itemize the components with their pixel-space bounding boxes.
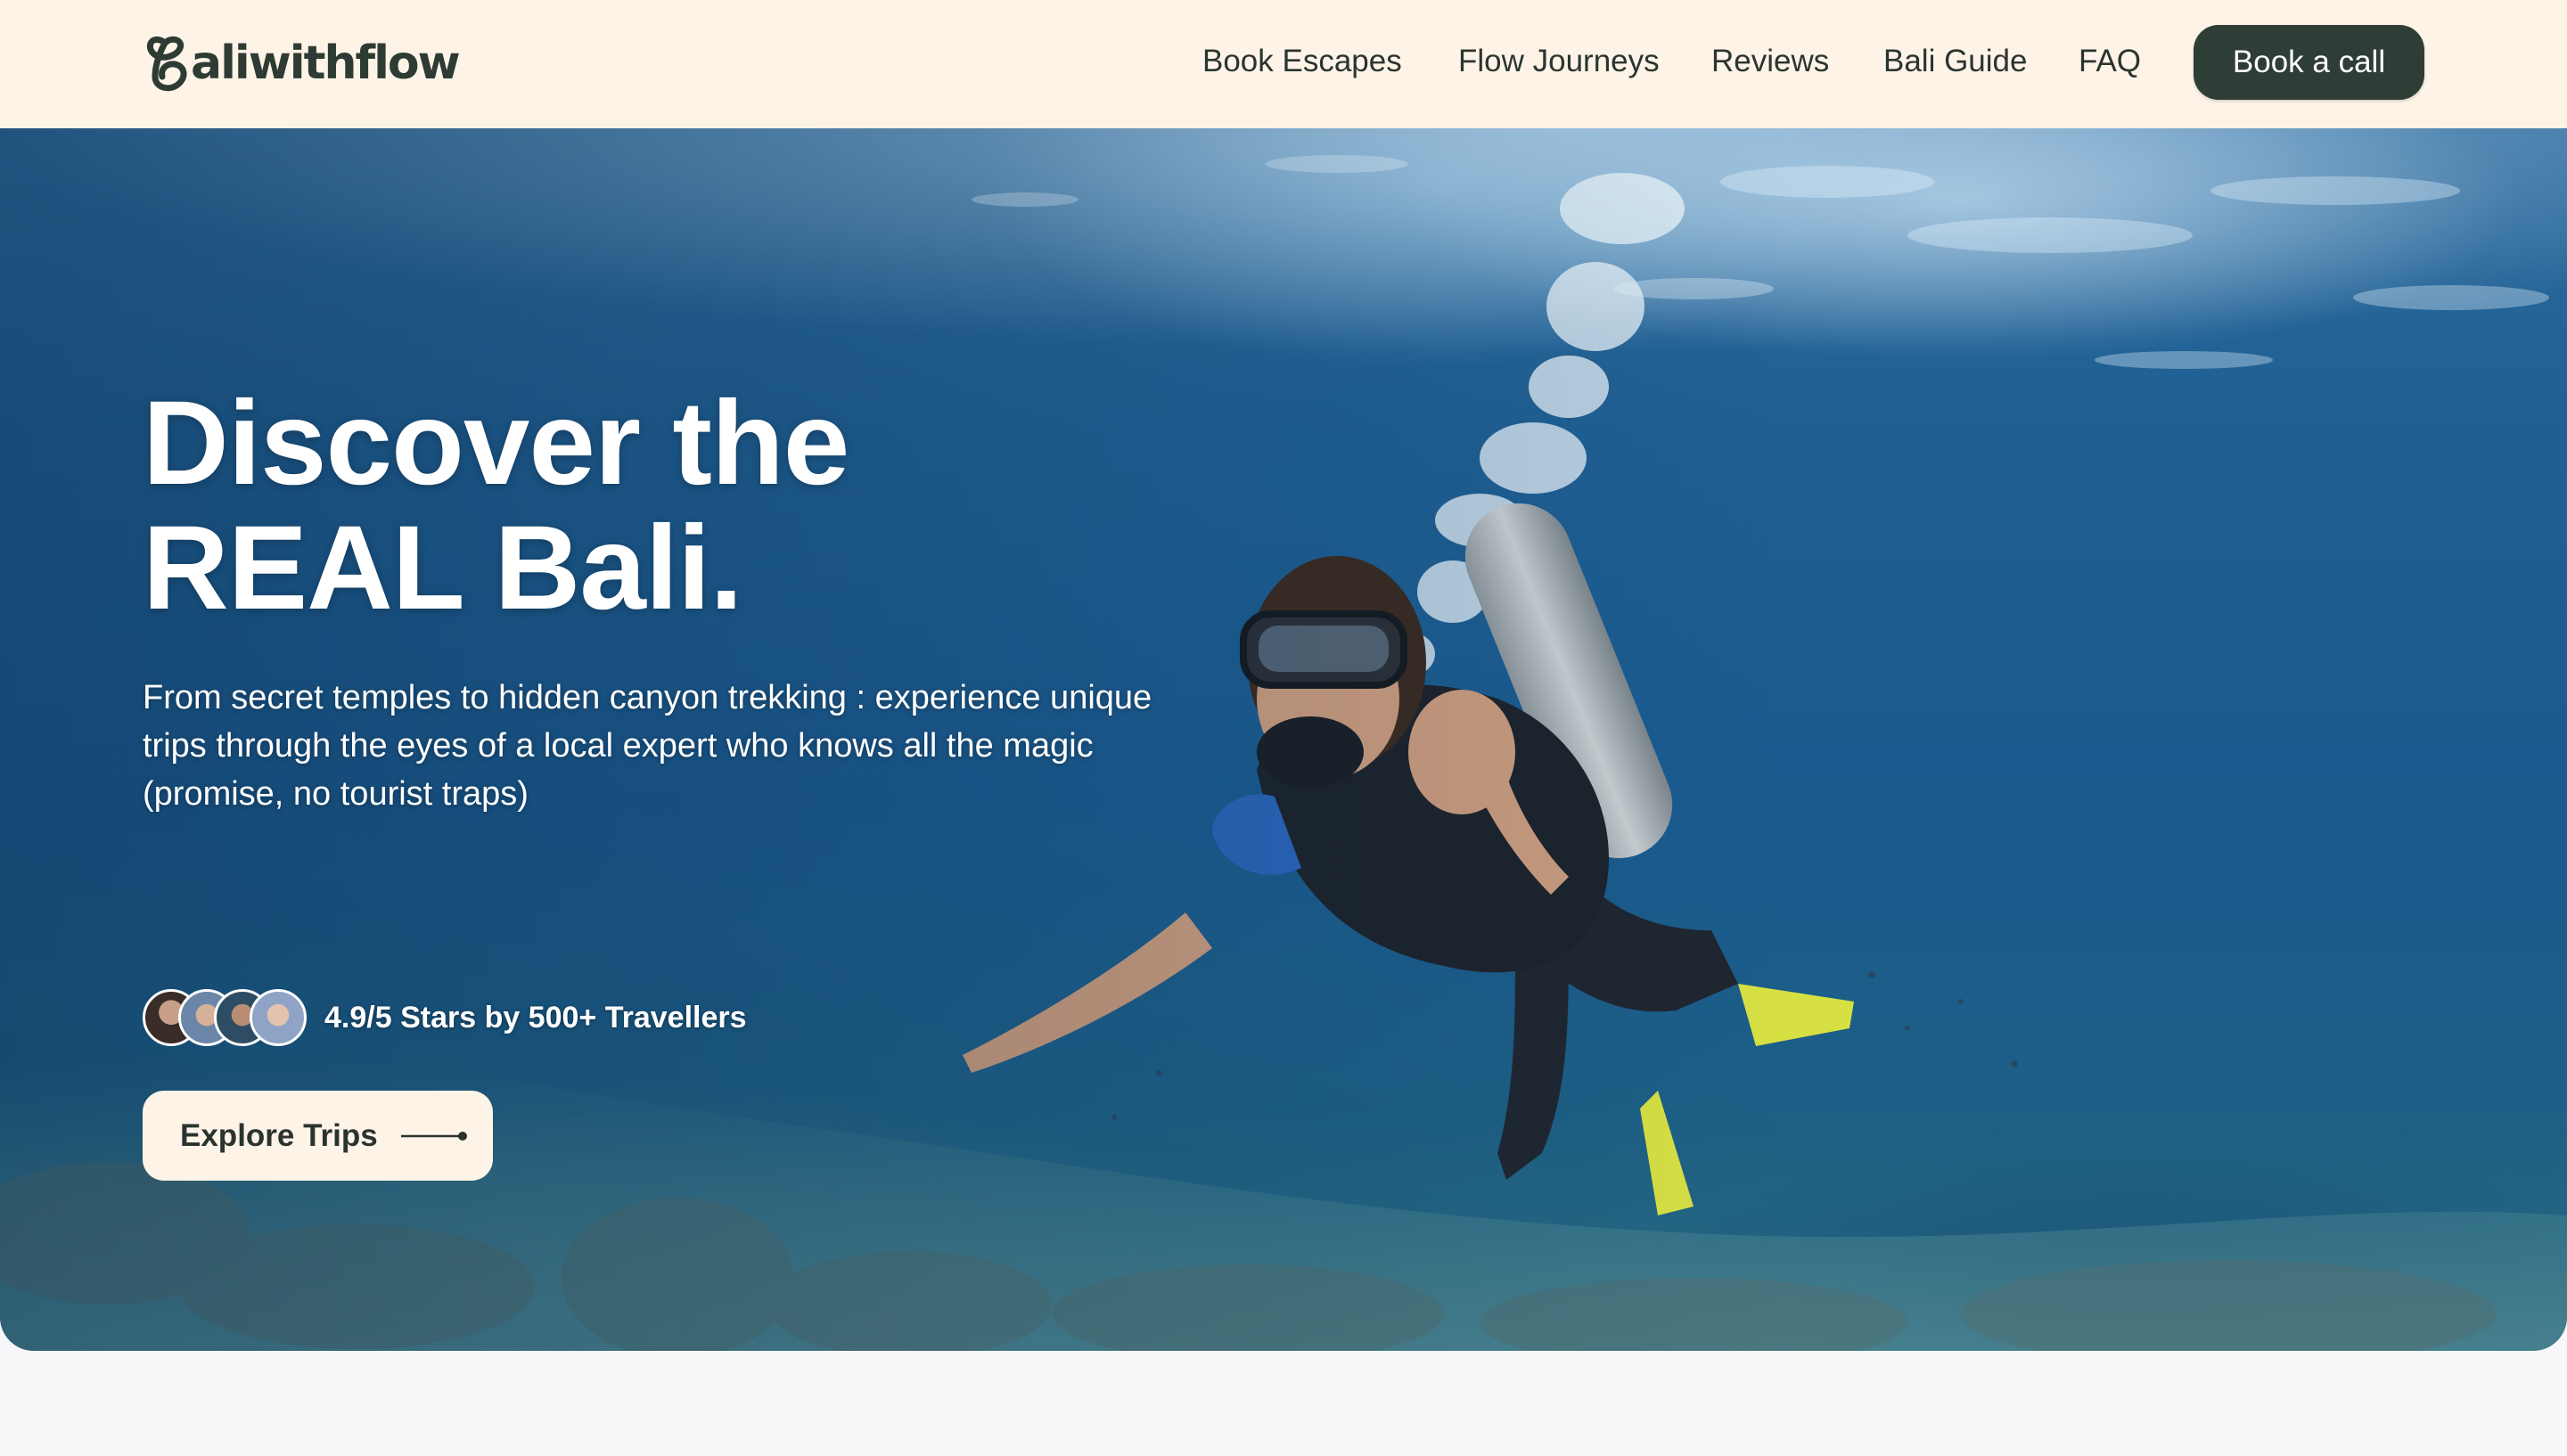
arrow-right-icon bbox=[400, 1131, 467, 1141]
nav-link-book-escapes[interactable]: Book Escapes bbox=[1202, 42, 1402, 81]
nav-link-flow-journeys[interactable]: Flow Journeys bbox=[1458, 42, 1660, 81]
explore-trips-label: Explore Trips bbox=[180, 1117, 378, 1153]
hero-title-line-1: Discover the bbox=[143, 377, 849, 510]
nav-link-reviews[interactable]: Reviews bbox=[1711, 42, 1829, 81]
rating-text: 4.9/5 Stars by 500+ Travellers bbox=[324, 1000, 747, 1035]
hero-title-line-2: REAL Bali. bbox=[143, 502, 743, 634]
hero-title: Discover the REAL Bali. bbox=[143, 381, 849, 631]
avatar bbox=[250, 989, 307, 1046]
logo-mark-icon bbox=[146, 36, 187, 92]
site-header: aliwithflow Book Escapes Flow Journeys R… bbox=[0, 0, 2567, 128]
traveller-rating: 4.9/5 Stars by 500+ Travellers bbox=[143, 989, 747, 1046]
brand-logo[interactable]: aliwithflow bbox=[143, 34, 461, 93]
logo-wordmark: aliwithflow bbox=[191, 37, 461, 90]
book-a-call-button[interactable]: Book a call bbox=[2194, 25, 2424, 100]
traveller-avatars bbox=[143, 989, 308, 1046]
nav-link-faq[interactable]: FAQ bbox=[2079, 42, 2141, 81]
nav-link-bali-guide[interactable]: Bali Guide bbox=[1883, 42, 2027, 81]
hero-subtitle: From secret temples to hidden canyon tre… bbox=[143, 679, 1152, 813]
explore-trips-button[interactable]: Explore Trips bbox=[143, 1091, 493, 1181]
